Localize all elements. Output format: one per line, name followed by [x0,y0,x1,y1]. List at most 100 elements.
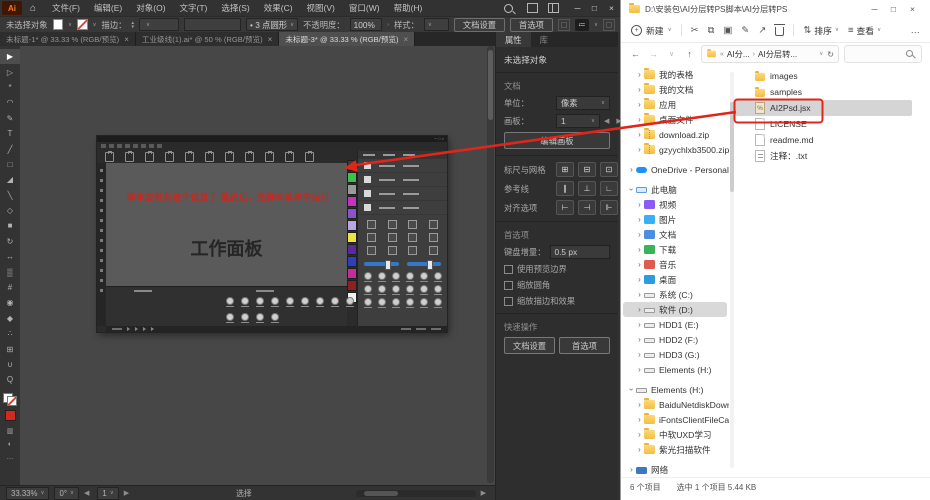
eyedropper-tool[interactable]: ◉ [0,295,20,310]
chevron-right-icon[interactable]: › [635,430,644,439]
menu-item-4[interactable]: 选择(S) [214,0,256,16]
chevron-right-icon[interactable]: › [635,200,644,209]
direct-selection-tool[interactable]: ▷ [0,64,20,79]
tab-libraries[interactable]: 库 [531,32,557,47]
next-artboard-icon[interactable]: ▶ [124,489,132,497]
panel-layout-icon[interactable] [548,3,559,13]
eraser-tool[interactable]: ■ [0,218,20,233]
workspace-switcher-icon[interactable]: ≔ [575,19,589,31]
chevron-right-icon[interactable]: › [635,415,644,424]
tree-item-系统 (C:)[interactable]: ›系统 (C:) [623,287,727,302]
tree-item-中软UXD学习[interactable]: ›中软UXD学习 [623,427,727,442]
tree-item-网络[interactable]: ›网络 [623,462,727,476]
new-button[interactable]: + 新建 ∨ [631,24,672,37]
tree-item-OneDrive - Personal[interactable]: ›OneDrive - Personal [623,162,727,177]
fill-swatch[interactable] [53,19,63,30]
touch-workspace-icon[interactable] [558,19,570,31]
scroll-right-icon[interactable]: ▶ [481,489,489,497]
symbol-sprayer-tool[interactable]: ∴ [0,326,20,341]
rulers-option-icon-0[interactable]: ⊞ [556,162,574,177]
chevron-right-icon[interactable]: › [635,335,644,344]
chevron-right-icon[interactable]: › [635,145,644,154]
menu-item-3[interactable]: 文字(T) [173,0,215,16]
tree-item-HDD1 (E:)[interactable]: ›HDD1 (E:) [623,317,727,332]
tree-item-文档[interactable]: ›文档 [623,227,727,242]
document-tab-0[interactable]: 未标题-1* @ 33.33 % (RGB/预览)× [0,32,136,46]
tree-item-音乐[interactable]: ›音乐 [623,257,727,272]
chevron-right-icon[interactable]: › [635,85,644,94]
menu-item-6[interactable]: 视图(V) [300,0,342,16]
snap-option-icon-2[interactable]: ⊩ [600,200,618,215]
screen-mode-icon[interactable]: ◐ [8,441,12,448]
document-setup-button[interactable]: 文档设置 [454,18,505,32]
search-input[interactable] [844,45,922,63]
opacity-more-icon[interactable]: › [387,22,389,28]
tree-item-HDD3 (G:)[interactable]: ›HDD3 (G:) [623,347,727,362]
rulers-option-icon-1[interactable]: ⊟ [578,162,596,177]
tree-item-gzyychlxb3500.zip[interactable]: ›gzyychlxb3500.zip [623,142,727,157]
checkbox-icon[interactable] [504,265,513,274]
zoom-level-dropdown[interactable]: 33.33%∨ [6,487,49,500]
breadcrumb-current[interactable]: AI分层转... [758,48,797,60]
draw-mode-icon[interactable]: ▥ [7,427,14,435]
stroke-caret-icon[interactable]: ∨ [93,22,97,28]
artboard-nav-dropdown[interactable]: 1∨ [97,487,118,500]
snap-option-icon-0[interactable]: ⊢ [556,200,574,215]
file-item-images[interactable]: images [735,68,912,84]
chevron-right-icon[interactable]: › [635,445,644,454]
refresh-icon[interactable]: ↻ [827,50,834,59]
forward-icon[interactable]: → [647,49,660,59]
menu-item-8[interactable]: 帮助(H) [387,0,430,16]
chevron-right-icon[interactable]: › [635,290,644,299]
checkbox-icon[interactable] [504,297,513,306]
hand-tool[interactable]: ∪ [0,357,20,372]
tree-item-桌面文件[interactable]: ›桌面文件 [623,112,727,127]
style-swatch-dropdown[interactable]: ∨ [424,18,449,31]
tree-item-我的表格[interactable]: ›我的表格 [623,67,727,82]
chevron-right-icon[interactable]: › [635,230,644,239]
tree-item-此电脑[interactable]: ›此电脑 [623,182,727,197]
chevron-right-icon[interactable]: › [635,100,644,109]
document-tab-1[interactable]: 工业级线(1).ai* @ 50 % (RGB/预览)× [136,32,279,46]
fill-caret-icon[interactable]: ∨ [68,22,72,28]
tree-item-HDD2 (F:)[interactable]: ›HDD2 (F:) [623,332,727,347]
guides-option-icon-0[interactable]: ∥ [556,181,574,196]
opacity-value[interactable]: 100% [350,18,383,31]
edit-artboard-button[interactable]: 编辑画板 [504,132,610,149]
fill-stroke-indicator[interactable] [3,393,17,406]
tree-item-紫光扫描软件[interactable]: ›紫光扫描软件 [623,442,727,457]
chevron-right-icon[interactable]: › [635,130,644,139]
tree-item-Elements (H:)[interactable]: ›Elements (H:) [623,362,727,377]
delete-icon[interactable] [775,27,784,36]
chevron-right-icon[interactable]: › [635,215,644,224]
search-icon[interactable] [504,4,513,13]
brush-preview-box[interactable] [184,18,241,31]
illustrator-canvas[interactable]: ─ □ × 脚本复制到这个位置了 重启后，在脚本菜单中运行 工作面板 [20,46,495,485]
chevron-down-icon[interactable]: › [627,385,636,394]
tree-scrollbar[interactable] [730,72,734,468]
maximize-button[interactable]: □ [586,3,603,13]
paste-icon[interactable]: ▣ [723,25,732,36]
guides-option-icon-2[interactable]: ∟ [600,181,618,196]
artboard-tool[interactable]: ⊞ [0,341,20,356]
more-options-icon[interactable]: … [911,25,921,36]
stroke-width-dropdown[interactable]: ∨ [139,18,179,31]
quick-preferences-button[interactable]: 首选项 [559,337,610,354]
artboard-prev-icon[interactable]: ◀ [604,117,612,125]
chevron-right-icon[interactable]: › [635,260,644,269]
tab-close-icon[interactable]: × [124,35,129,44]
tree-item-download.zip[interactable]: ›download.zip [623,127,727,142]
file-item-LICENSE[interactable]: LICENSE [735,116,912,132]
back-icon[interactable]: ← [629,49,642,59]
arrange-documents-icon[interactable] [527,3,538,13]
zoom-tool[interactable]: Q [0,372,20,387]
chevron-right-icon[interactable]: › [635,320,644,329]
preferences-button[interactable]: 首选项 [510,18,553,32]
lasso-tool[interactable]: ◠ [0,95,20,110]
brush-preset-dropdown[interactable]: • 3 点圆形∨ [246,18,298,31]
menu-item-0[interactable]: 文件(F) [45,0,87,16]
stroke-stepper[interactable]: ▴▾ [131,21,134,29]
current-color-chip[interactable] [5,410,16,421]
tree-item-我的文档[interactable]: ›我的文档 [623,82,727,97]
tree-item-桌面[interactable]: ›桌面 [623,272,727,287]
